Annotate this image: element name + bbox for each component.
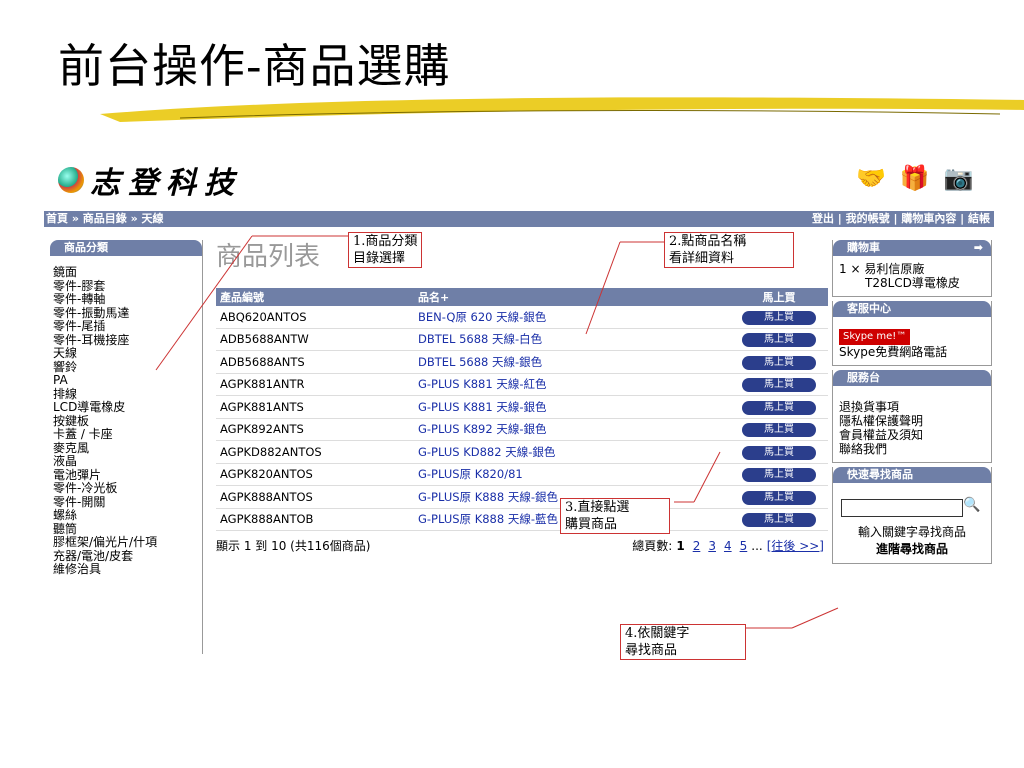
note3-line1: 3.直接點選	[565, 500, 630, 515]
note2-line2: 看詳細資料	[669, 251, 735, 266]
note1-line1: 1.商品分類	[353, 234, 418, 249]
note4-line2: 尋找商品	[625, 643, 678, 658]
callout-note-3: 3.直接點選 購買商品	[560, 498, 670, 534]
callout-lines	[155, 235, 839, 629]
note1-line2: 目錄選擇	[353, 251, 406, 266]
callout-note-1: 1.商品分類 目錄選擇	[348, 232, 423, 268]
note2-line1: 2.點商品名稱	[669, 234, 747, 249]
note3-line2: 購買商品	[565, 517, 618, 532]
callout-note-2: 2.點商品名稱 看詳細資料	[664, 232, 794, 268]
callout-note-4: 4.依關鍵字 尋找商品	[620, 624, 746, 660]
note4-line1: 4.依關鍵字	[625, 626, 690, 641]
